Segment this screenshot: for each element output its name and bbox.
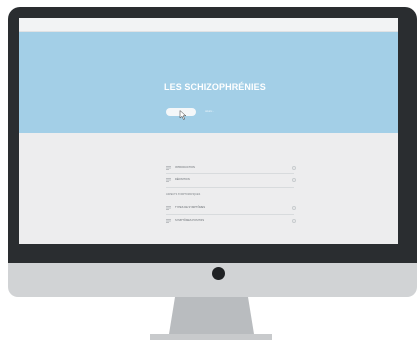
section-label: ASPECTS SYMPTOMATIQUES (166, 193, 201, 196)
browser-top-bar (19, 18, 398, 32)
list-item[interactable]: SYMPTÔMES POSITIFS (166, 217, 296, 225)
camera-dot-icon (212, 267, 225, 280)
details-link[interactable]: détails › (205, 110, 213, 113)
status-circle-icon (292, 178, 296, 182)
list-item[interactable]: DÉFINITION (166, 176, 296, 184)
status-circle-icon (292, 206, 296, 210)
divider (166, 187, 294, 188)
list-item[interactable]: INTRODUCTION (166, 164, 296, 172)
list-item-label: INTRODUCTION (175, 166, 195, 169)
lines-icon (166, 178, 171, 182)
list-item-label: TYPES DE SYMPTÔMES (175, 206, 206, 209)
divider (166, 173, 294, 174)
lines-icon (166, 219, 171, 223)
chapter-list: INTRODUCTION DÉFINITION ASPECTS SYMPTOMA… (19, 133, 398, 244)
divider (166, 214, 294, 215)
page-title: LES SCHIZOPHRÉNIES (164, 82, 266, 92)
status-circle-icon (292, 166, 296, 170)
list-item-label: DÉFINITION (175, 178, 190, 181)
monitor-illustration: LES SCHIZOPHRÉNIES détails › INTRODUCTIO… (0, 0, 420, 344)
status-circle-icon (292, 219, 296, 223)
screen: LES SCHIZOPHRÉNIES détails › INTRODUCTIO… (19, 18, 398, 244)
hero-banner: LES SCHIZOPHRÉNIES détails › (19, 32, 398, 133)
list-item[interactable]: TYPES DE SYMPTÔMES (166, 204, 296, 212)
lines-icon (166, 206, 171, 210)
monitor-chin (8, 263, 417, 297)
lines-icon (166, 166, 171, 170)
pointer-cursor-icon (179, 110, 187, 120)
list-item-label: SYMPTÔMES POSITIFS (175, 219, 205, 222)
